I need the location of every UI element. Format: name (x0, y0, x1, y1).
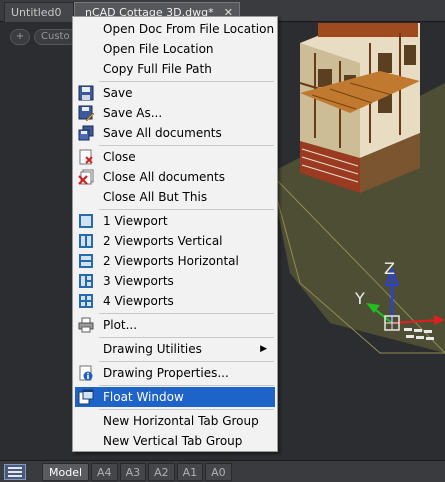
four-viewports-icon (79, 294, 93, 308)
menu-save-all[interactable]: Save All documents (75, 123, 275, 143)
three-viewports-icon (79, 274, 93, 288)
menu-close[interactable]: Close (75, 147, 275, 167)
menu-separator (99, 385, 274, 386)
layout-tab-a1[interactable]: A1 (176, 462, 204, 481)
layout-tab-a4[interactable]: A4 (91, 462, 118, 481)
close-all-icon (78, 169, 94, 185)
one-viewport-icon (79, 214, 93, 228)
menu-separator (99, 409, 274, 410)
layout-tab-a0[interactable]: A0 (205, 462, 232, 481)
layout-tab-a2[interactable]: A2 (148, 462, 175, 481)
axis-y-label: Y (355, 289, 365, 308)
menu-open-doc-from-file-location[interactable]: Open Doc From File Location (75, 19, 275, 39)
two-viewports-vertical-icon (79, 234, 93, 248)
menu-open-file-location[interactable]: Open File Location (75, 39, 275, 59)
layout-tab-a3[interactable]: A3 (119, 462, 147, 481)
tab-untitled0-label: Untitled0 (11, 6, 62, 19)
axis-z-label: Z (384, 259, 395, 278)
menu-separator (99, 81, 274, 82)
menu-separator (99, 361, 274, 362)
menu-1-viewport[interactable]: 1 Viewport (75, 211, 275, 231)
two-viewports-horizontal-icon (79, 254, 93, 268)
submenu-arrow-icon: ▶ (260, 344, 267, 354)
menu-new-horizontal-tab-group[interactable]: New Horizontal Tab Group (75, 411, 275, 431)
menu-separator (99, 313, 274, 314)
layout-tab-model[interactable]: Model (42, 462, 90, 481)
menu-copy-full-file-path[interactable]: Copy Full File Path (75, 59, 275, 79)
menu-save[interactable]: Save (75, 83, 275, 103)
menu-drawing-utilities[interactable]: Drawing Utilities ▶ (75, 339, 275, 359)
layout-menu-icon[interactable] (4, 463, 26, 480)
menu-float-window[interactable]: Float Window (75, 387, 275, 407)
menu-separator (99, 209, 274, 210)
properties-icon (79, 365, 93, 381)
close-doc-icon (79, 149, 93, 165)
save-all-icon (78, 125, 94, 141)
menu-2-viewports-vertical[interactable]: 2 Viewports Vertical (75, 231, 275, 251)
tab-context-menu: Open Doc From File Location Open File Lo… (72, 16, 278, 452)
menu-2-viewports-horizontal[interactable]: 2 Viewports Horizontal (75, 251, 275, 271)
house-model (299, 23, 420, 193)
menu-new-vertical-tab-group[interactable]: New Vertical Tab Group (75, 431, 275, 451)
tab-untitled0[interactable]: Untitled0 (4, 2, 74, 22)
menu-separator (99, 145, 274, 146)
menu-drawing-properties[interactable]: Drawing Properties... (75, 363, 275, 383)
menu-separator (99, 337, 274, 338)
menu-save-as[interactable]: Save As... (75, 103, 275, 123)
menu-close-all-but-this[interactable]: Close All But This (75, 187, 275, 207)
printer-icon (78, 317, 94, 333)
menu-4-viewports[interactable]: 4 Viewports (75, 291, 275, 311)
layout-tab-bar: Model A4 A3 A2 A1 A0 (0, 460, 445, 482)
menu-close-all[interactable]: Close All documents (75, 167, 275, 187)
menu-plot[interactable]: Plot... (75, 315, 275, 335)
save-icon (78, 85, 94, 101)
save-as-icon (78, 105, 94, 121)
float-window-icon (78, 389, 94, 405)
menu-3-viewports[interactable]: 3 Viewports (75, 271, 275, 291)
